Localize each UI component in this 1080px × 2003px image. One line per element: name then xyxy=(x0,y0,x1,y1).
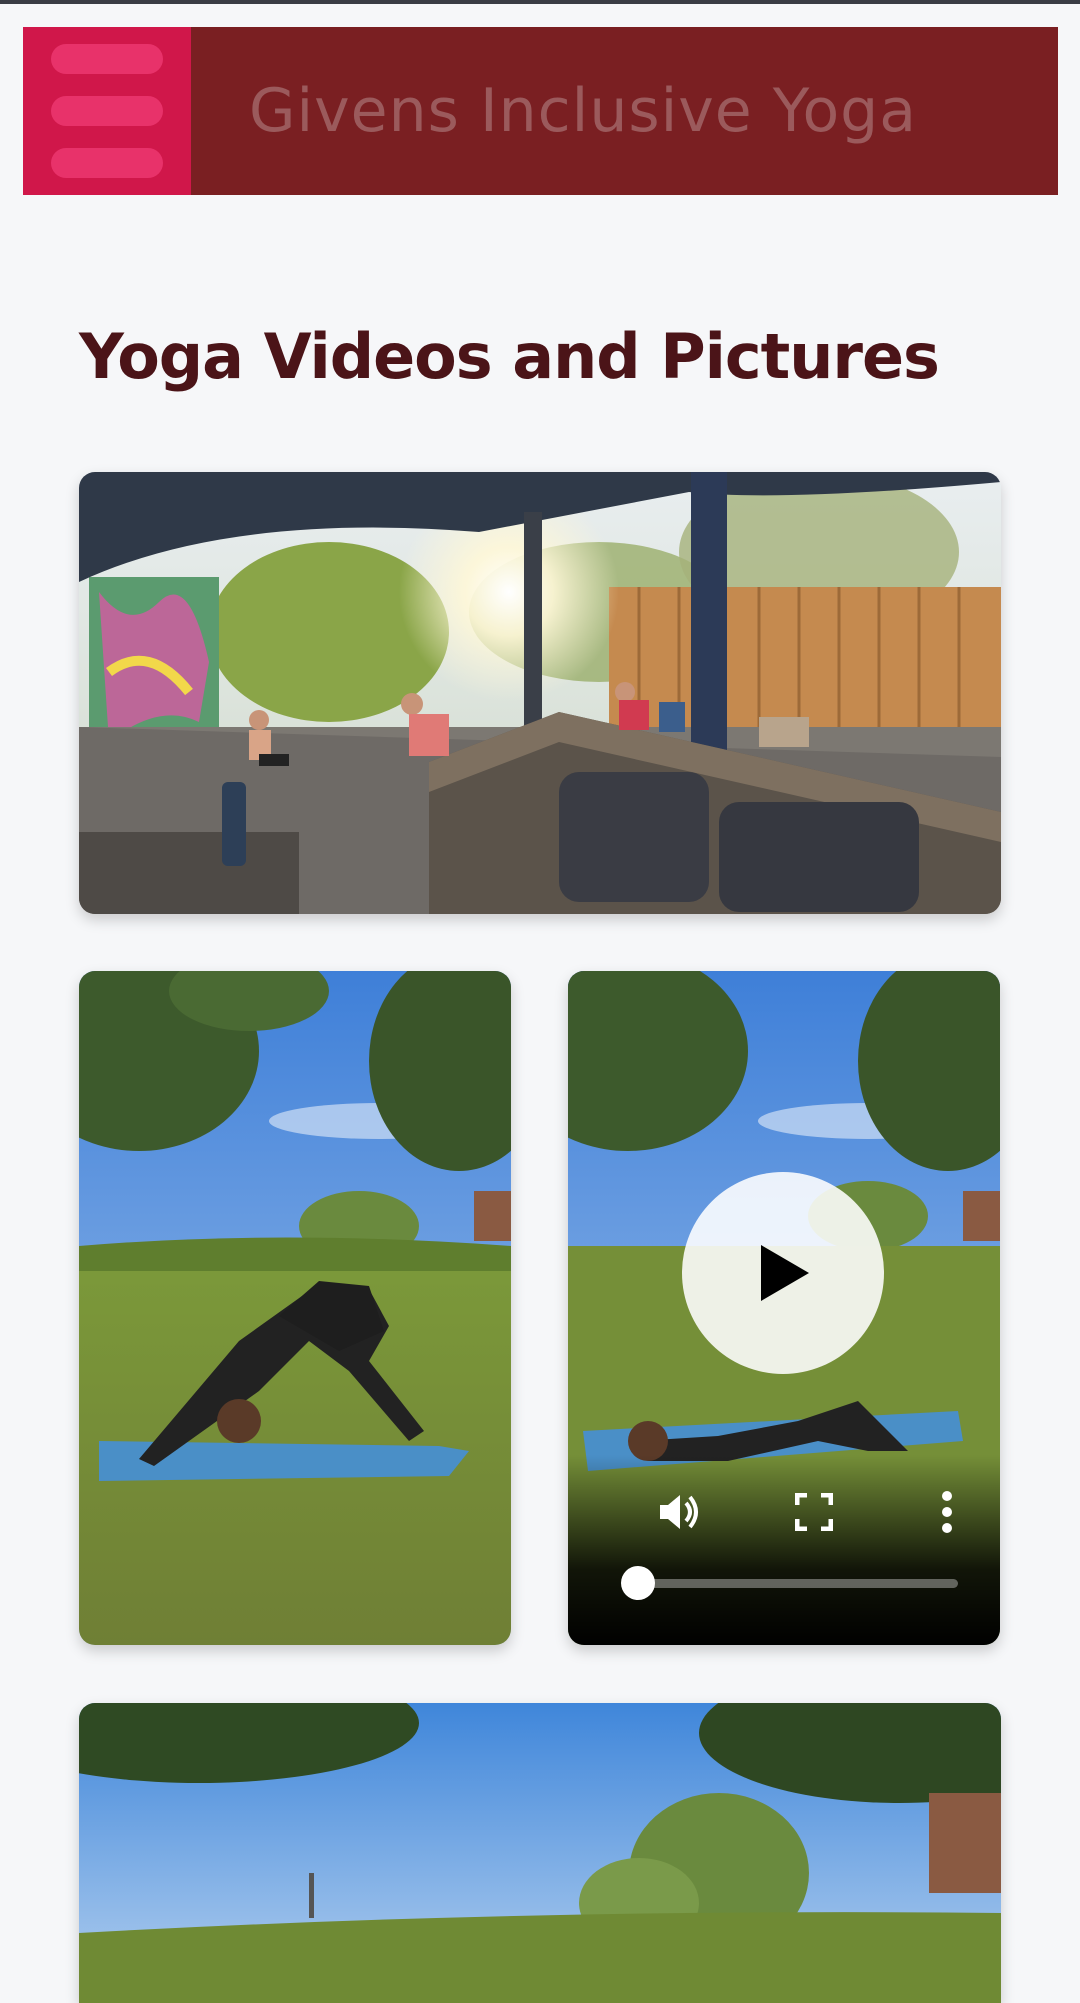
video-controls xyxy=(568,1455,1000,1645)
gallery-video[interactable] xyxy=(568,971,1000,1645)
gallery-photo-patio[interactable] xyxy=(79,472,1001,914)
gallery-photo-downward-dog[interactable] xyxy=(79,971,511,1645)
site-header: Givens Inclusive Yoga xyxy=(23,27,1058,195)
video-progress-knob[interactable] xyxy=(620,1566,655,1600)
gallery-photo-lawn[interactable] xyxy=(79,1703,1001,2003)
status-divider xyxy=(0,0,1080,4)
play-icon[interactable] xyxy=(682,1172,884,1374)
site-brand[interactable]: Givens Inclusive Yoga xyxy=(249,76,917,146)
hamburger-menu-icon[interactable] xyxy=(23,27,191,195)
more-vertical-icon[interactable] xyxy=(940,1490,954,1534)
fullscreen-icon[interactable] xyxy=(795,1493,833,1531)
page-title: Yoga Videos and Pictures xyxy=(79,320,940,393)
volume-icon[interactable] xyxy=(656,1489,702,1535)
video-progress-bar[interactable] xyxy=(620,1566,958,1600)
